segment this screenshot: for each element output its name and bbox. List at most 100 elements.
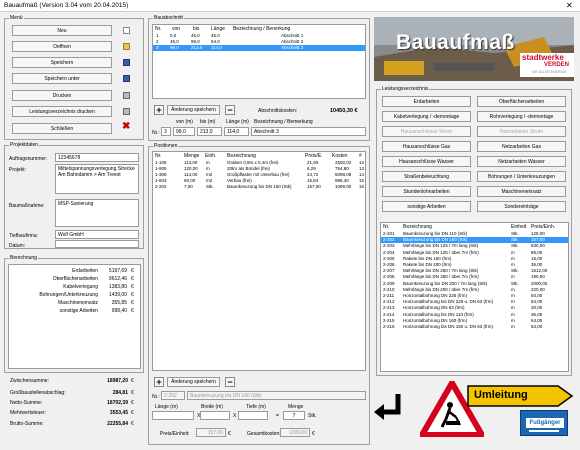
auftrag-field[interactable]: 12345678	[55, 153, 139, 162]
pos-tiefe-field[interactable]	[238, 411, 268, 420]
lv-cell-einh: Stk.	[511, 268, 519, 274]
project-group-label: Projektdaten	[9, 142, 40, 148]
pos-preis-field[interactable]: 157,00	[196, 428, 226, 437]
add-section-icon[interactable]: +	[154, 105, 164, 115]
remove-section-icon[interactable]: −	[225, 105, 235, 115]
print-button[interactable]: Drucken	[12, 90, 112, 101]
new-button[interactable]: Neu	[12, 25, 112, 36]
position-cell-h: 13	[359, 166, 365, 171]
lv-button-stundenlohnarbeiten[interactable]: Stundenlohnarbeiten	[382, 186, 471, 197]
return-arrow-icon[interactable]	[372, 392, 408, 424]
lv-button-erdarbeiten[interactable]: Erdarbeiten	[382, 96, 471, 107]
edit-laenge-field[interactable]: 114,0	[224, 127, 249, 136]
edit-nr-field[interactable]: 3	[161, 127, 171, 136]
calc-total-name: Mehrwertsteuer:	[10, 410, 47, 416]
section-list[interactable]: Nr. von bis Länge Bezeichnung / Benerkun…	[152, 24, 366, 99]
lv-button-maschineneinsatz[interactable]: Maschineneinsatz	[477, 186, 566, 197]
position-cell-h: 16	[359, 184, 365, 189]
auftrag-label: Auftragsnummer:	[9, 156, 48, 162]
lv-button-oberfl-chenarbeiten[interactable]: Oberflächenarbeiten	[477, 96, 566, 107]
position-cell-nr: 1-105	[155, 160, 167, 165]
save-as-button[interactable]: Speichern unter	[12, 73, 112, 84]
lv-button-hausanschl-sse-strom[interactable]: Hausanschlüsse Strom	[382, 126, 471, 137]
lv-row[interactable]: 2-213 Horizontalbohrung DN 63 (frm) m 30,00	[381, 305, 568, 311]
add-position-icon[interactable]: +	[154, 377, 164, 387]
section-cell-bez: Abschnitt 3	[281, 45, 304, 50]
edit-bis-label: bis (m)	[200, 119, 216, 125]
position-cell-bez: 20kV als Bündel (frei)	[227, 166, 271, 171]
lv-row[interactable]: 2-205 Rakete bis DN 160 (frm) m 15,00	[381, 255, 568, 262]
position-row[interactable]: 2-202 7,00 Stk. Baumkreuzung bis DN 160 (St…	[153, 184, 365, 190]
pos-breite-field[interactable]	[200, 411, 230, 420]
lv-row[interactable]: 2-202 Baumkreuzung bis DN 160 (Stk) Stk. 15…	[381, 237, 568, 244]
position-cell-kosten: 754,80	[335, 166, 349, 171]
position-cell-preis: 16,64	[307, 178, 319, 183]
lv-cell-einh: Stk.	[511, 237, 519, 243]
tief-field[interactable]: Wolf GmbH	[55, 230, 139, 239]
bau-field[interactable]: MSP-Sanierung	[55, 199, 139, 227]
save-disk-icon	[123, 59, 130, 66]
calc-total-euro: €	[131, 400, 134, 406]
lv-row[interactable]: 2-212 Horizontalbohrung bis DN 225 u. DN …	[381, 299, 568, 305]
calc-item-euro: €	[131, 284, 134, 290]
edit-bez-field[interactable]: Abschnitt 3	[251, 127, 366, 136]
positions-list[interactable]: Nr. Menge Einh. Bezeichnung Preis/E. Kos…	[152, 151, 366, 371]
close-button[interactable]: Schließen	[12, 123, 112, 134]
lv-button-sondereintr-ge[interactable]: Sondereinträge	[477, 201, 566, 212]
lv-button-bohrungen-unterkreuzungen[interactable]: Bohrungen / Unterkreuzungen	[477, 171, 566, 182]
lv-row[interactable]: 2-206 Rakete bis DN 200 (frm) m 35,00	[381, 262, 568, 268]
close-icon[interactable]: ✕	[566, 1, 573, 10]
lv-cell-einh: m	[511, 305, 515, 311]
lv-button-netzarbeiten-strom[interactable]: Netzarbeiten Strom	[477, 126, 566, 137]
edit-bis-field[interactable]: 213,0	[197, 127, 222, 136]
edit-von-field[interactable]: 99,0	[173, 127, 195, 136]
calc-item-euro: €	[131, 276, 134, 282]
bau-label: Baumaßnahme:	[9, 203, 45, 209]
pos-menge-field[interactable]: 7	[283, 411, 305, 420]
pos-stk-label: Stk.	[308, 413, 317, 419]
lv-row[interactable]: 2-209 Baumkreuzung bis DN 200 / 7m lang (…	[381, 281, 568, 287]
lv-row[interactable]: 2-214 Horizontalbohrung bis DN 110 (frm) m…	[381, 312, 568, 318]
lv-button-hausanschl-sse-wasser[interactable]: Hausanschlüsse Wasser	[382, 156, 471, 167]
pos-laenge-field[interactable]	[152, 411, 194, 420]
close-x-icon: ✖	[122, 121, 131, 132]
lv-button-rohrverlegung-demontage[interactable]: Rohrverlegung / -demontage	[477, 111, 566, 122]
lv-button-netzarbeiten-wasser[interactable]: Netzarbeiten Wasser	[477, 156, 566, 167]
lv-button-netzarbeiten-gas[interactable]: Netzarbeiten Gas	[477, 141, 566, 152]
lv-row[interactable]: 2-208 Mehrlänge bis DN 250 / über 7m (frm…	[381, 274, 568, 280]
lv-button-kabelverlegung-demontage[interactable]: Kabelverlegung / -demontage	[382, 111, 471, 122]
projekt-field[interactable]: Mittelspannungsverlegung Strecke Am Bahn…	[55, 164, 139, 194]
lv-header-preis: Preis/Einh.	[531, 224, 556, 230]
pos-nr-field[interactable]: 2-202	[161, 391, 185, 400]
lv-row[interactable]: 2-215 Horizontalbohrung DN 160 (frm) m 64,0…	[381, 318, 568, 324]
lv-cell-preis: 84,00	[531, 293, 543, 298]
lv-button-stra-enbeleuchtung[interactable]: Straßenbeleuchtung	[382, 171, 471, 182]
menu-group-label: Menü	[9, 15, 24, 21]
open-button[interactable]: Oeffnen	[12, 41, 112, 52]
pos-gesamt-field[interactable]: 1099,00	[280, 428, 310, 437]
lv-list[interactable]: Nr. Bezeichnung Einheit Preis/Einh. 2-20…	[380, 222, 569, 372]
lv-row[interactable]: 2-204 Mehrlänge bis DN 125 / über 7m (frm…	[381, 250, 568, 256]
lv-button-sonstige-arbeiten[interactable]: sonstige Arbeiten	[382, 201, 471, 212]
calc-total-value: 284,81	[112, 390, 128, 396]
lv-row[interactable]: 2-203 Mehrlänge bis DN 125 / 7m lang (Stk…	[381, 243, 568, 249]
print-lv-button[interactable]: Leistungsverzeichnis drucken	[12, 106, 112, 117]
lv-header-nr: Nr.	[383, 224, 390, 230]
save-button[interactable]: Speichern	[12, 57, 112, 68]
calc-item-name: Bohrungen/Unterkreuzung	[39, 292, 98, 298]
lv-row[interactable]: 2-210 Mehrlänge bis DN 200 / über 7m (frm…	[381, 287, 568, 293]
lv-cell-bez: Horizontalbohrung DN 63 (frm)	[403, 305, 465, 311]
remove-position-icon[interactable]: −	[225, 377, 235, 387]
lv-row[interactable]: 2-201 Baumkreuzung bis DN 110 (Stk) Stk. 12…	[381, 231, 568, 237]
lv-cell-preis: 15,00	[531, 255, 543, 261]
pos-bez-field[interactable]: Baumkreuzung bis DN 160 (Stk)	[187, 391, 366, 400]
lv-row[interactable]: 2-216 Horizontalbohrung bis DN 160 u. DN …	[381, 324, 568, 330]
section-row[interactable]: 3 99,0 213,0 114,0 Abschnitt 3	[153, 45, 365, 51]
lv-row[interactable]: 2-211 Horizontalbohrung DN 225 (frm) m 84,0…	[381, 293, 568, 299]
lv-button-hausanschl-sse-gas[interactable]: Hausanschlüsse Gas	[382, 141, 471, 152]
positions-group-label: Positionen	[153, 143, 179, 149]
datum-field[interactable]	[55, 240, 139, 248]
lv-row[interactable]: 2-207 Mehrlänge bis DN 250 / 7m lang (Stk…	[381, 268, 568, 274]
position-save-button[interactable]: Änderung speichern	[167, 377, 220, 387]
section-save-button[interactable]: Änderung speichern	[167, 105, 220, 115]
